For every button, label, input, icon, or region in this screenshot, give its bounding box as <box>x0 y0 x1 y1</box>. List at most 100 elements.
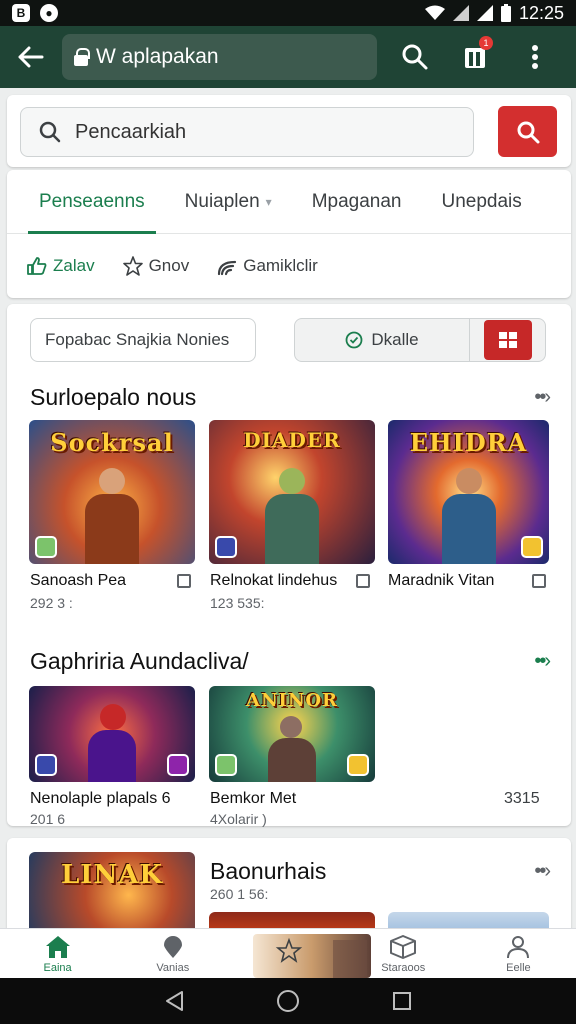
game-4-name: Nenolaple plapals 6 <box>30 790 171 807</box>
chip-2-label: Gamiklclir <box>243 256 318 275</box>
tab-bar: Penseaenns Nuiaplen ▾ Mpaganan Unepdais <box>7 170 571 234</box>
recents-square-icon[interactable] <box>392 991 412 1011</box>
game-2-art-title: DIADER <box>243 428 341 452</box>
game-5-badge-right-icon <box>347 754 369 776</box>
url-text: W aplapakan <box>96 45 219 68</box>
game-2-name: Relnokat lindehus <box>210 572 338 589</box>
active-tab-indicator <box>28 231 156 234</box>
game-3-art-title: EHIDRA <box>409 428 528 457</box>
thumbs-up-icon <box>27 257 47 275</box>
grid-icon <box>498 332 517 348</box>
section-3-sub: 260 1 56: <box>210 886 269 902</box>
toggle-option[interactable]: Dkalle <box>295 319 470 361</box>
back-triangle-icon[interactable] <box>164 990 184 1012</box>
app-bar: W aplapakan 1 <box>0 26 576 88</box>
section-1-more-button[interactable]: ••› <box>534 386 551 409</box>
featured-banner-thumbnail[interactable] <box>253 934 371 978</box>
game-4-badge-right-icon <box>167 754 189 776</box>
nav-home[interactable]: Eaina <box>0 929 115 978</box>
game-1-name: Sanoash Pea <box>30 572 127 589</box>
game-1-character <box>77 468 147 564</box>
nav-location[interactable]: Vanias <box>115 929 230 978</box>
back-arrow-icon <box>18 46 44 68</box>
game-tile-4[interactable] <box>29 686 195 782</box>
game-1-sub: 292 3 : <box>30 595 73 611</box>
nav-profile-label: Eelle <box>506 962 531 974</box>
more-vert-icon <box>532 45 538 69</box>
game-2-sub: 123 535: <box>210 595 265 611</box>
chevron-down-icon: ▾ <box>265 194 272 209</box>
toggle-label: Dkalle <box>371 330 419 349</box>
tab-1-label: Nuiaplen <box>184 190 260 212</box>
game-2-menu-icon[interactable] <box>356 574 370 588</box>
overflow-menu-button[interactable] <box>505 26 565 88</box>
game-2-badge-icon <box>215 536 237 558</box>
main-card: Fopabac Snajkia Nonies Dkalle Surloepalo… <box>7 304 571 827</box>
nav-profile[interactable]: Eelle <box>461 929 576 978</box>
game-3-badge-icon <box>521 536 543 558</box>
section-2-side-value: 3315 <box>504 790 540 807</box>
section-3-more-button[interactable]: ••› <box>534 860 551 883</box>
battery-icon <box>500 4 511 22</box>
game-1-art-title: Sockrsal <box>50 428 174 457</box>
rss-icon <box>218 260 237 276</box>
game-3-menu-icon[interactable] <box>532 574 546 588</box>
chip-1[interactable]: Gnov <box>122 256 190 276</box>
chip-0[interactable]: Zalav <box>27 256 95 276</box>
game-1-menu-icon[interactable] <box>177 574 191 588</box>
filter-toggle: Dkalle <box>294 318 546 362</box>
search-icon <box>517 121 539 143</box>
chip-2[interactable]: Gamiklclir <box>217 256 318 276</box>
star-outline-icon <box>275 937 367 978</box>
search-icon <box>402 44 428 70</box>
notification-badge: 1 <box>479 36 493 50</box>
back-button[interactable] <box>0 26 62 88</box>
game-4-badge-left-icon <box>35 754 57 776</box>
game-tile-6[interactable]: LINAK <box>29 852 195 938</box>
star-outline-icon <box>122 256 143 276</box>
search-input[interactable]: Pencaarkiah <box>20 107 474 157</box>
tab-0[interactable]: Penseaenns <box>7 170 165 234</box>
location-pin-icon <box>163 936 182 958</box>
app-notification-icon: B <box>12 4 30 22</box>
person-icon <box>507 936 530 959</box>
search-button[interactable] <box>385 26 445 88</box>
message-notification-icon: ● <box>40 4 58 22</box>
signal-icon <box>452 5 469 21</box>
home-circle-icon[interactable] <box>276 989 300 1013</box>
check-circle-icon <box>345 331 363 349</box>
game-5-name: Bemkor Met <box>210 790 297 807</box>
game-3-name: Maradnik Vitan <box>388 572 495 589</box>
game-6-art-title: LINAK <box>61 860 163 890</box>
chip-1-label: Gnov <box>148 256 190 275</box>
signal-icon-2 <box>476 5 493 21</box>
game-tile-1[interactable]: Sockrsal <box>29 420 195 564</box>
chip-row: Zalav Gnov Gamiklclir <box>7 234 571 298</box>
nav-location-label: Vanias <box>156 962 190 974</box>
section-2-more-button[interactable]: ••› <box>534 650 551 673</box>
game-tile-3[interactable]: EHIDRA <box>388 420 549 564</box>
tabs-button[interactable]: 1 <box>445 26 505 88</box>
url-bar[interactable]: W aplapakan <box>62 34 377 80</box>
game-4-character <box>84 704 140 782</box>
home-icon <box>45 936 70 958</box>
tabs-card: Penseaenns Nuiaplen ▾ Mpaganan Unepdais … <box>7 170 571 298</box>
game-5-art-title: ANINOR <box>246 690 338 711</box>
chip-0-label: Zalav <box>53 256 95 275</box>
game-5-character <box>264 716 320 782</box>
wifi-icon <box>424 5 445 20</box>
game-2-character <box>257 468 327 564</box>
grid-view-button[interactable] <box>470 319 545 361</box>
tab-3[interactable]: Unepdais <box>421 170 541 234</box>
search-placeholder: Pencaarkiah <box>75 120 187 143</box>
clock: 12:25 <box>518 2 564 23</box>
box-icon <box>390 935 417 959</box>
game-tile-5[interactable]: ANINOR <box>209 686 375 782</box>
search-card: Pencaarkiah <box>7 95 571 167</box>
tab-1[interactable]: Nuiaplen ▾ <box>165 170 292 234</box>
filter-input[interactable]: Fopabac Snajkia Nonies <box>30 318 256 362</box>
tab-2[interactable]: Mpaganan <box>292 170 422 234</box>
search-submit-button[interactable] <box>498 106 557 157</box>
status-bar: B ● 12:25 <box>0 0 576 26</box>
game-tile-2[interactable]: DIADER <box>209 420 375 564</box>
